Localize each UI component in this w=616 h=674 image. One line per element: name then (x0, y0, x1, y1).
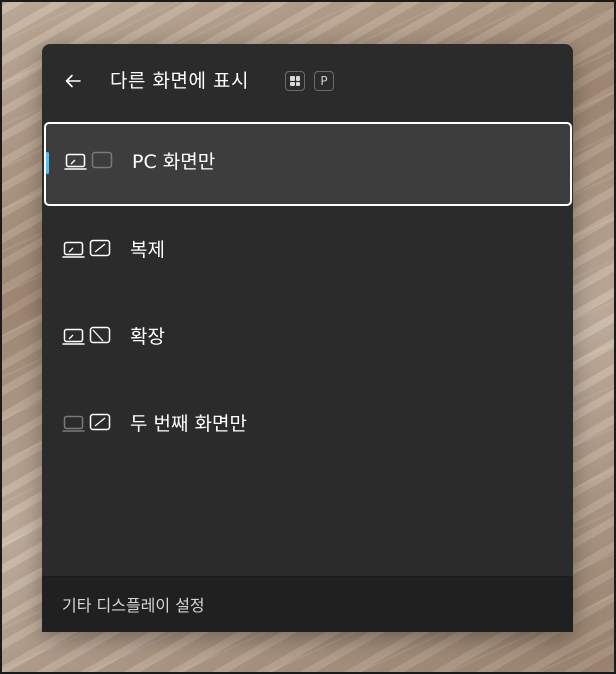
second-screen-only-icon (62, 413, 111, 432)
flyout-title: 다른 화면에 표시 (110, 70, 249, 92)
option-second-screen-only[interactable]: 두 번째 화면만 (42, 384, 573, 464)
option-label: PC 화면만 (132, 151, 216, 173)
more-display-settings-link[interactable]: 기타 디스플레이 설정 (62, 595, 205, 617)
flyout-footer: 기타 디스플레이 설정 (42, 576, 573, 632)
p-key: P (314, 71, 334, 91)
selection-indicator (46, 152, 49, 174)
option-duplicate[interactable]: 복제 (42, 210, 573, 290)
project-flyout: 다른 화면에 표시 P PC 화면만 복제 확장 두 번째 화면만 기타 디스플… (42, 44, 573, 632)
option-pc-screen-only[interactable]: PC 화면만 (44, 122, 572, 206)
option-label: 두 번째 화면만 (130, 413, 247, 435)
back-button[interactable] (60, 68, 86, 94)
option-extend[interactable]: 확장 (42, 297, 573, 377)
back-arrow-icon (65, 74, 81, 88)
extend-icon (62, 326, 111, 345)
option-label: 확장 (130, 326, 165, 348)
pc-screen-only-icon (64, 151, 113, 170)
flyout-header: 다른 화면에 표시 P (42, 44, 573, 120)
duplicate-icon (62, 239, 111, 258)
windows-key-icon (285, 71, 305, 91)
option-label: 복제 (130, 239, 165, 261)
